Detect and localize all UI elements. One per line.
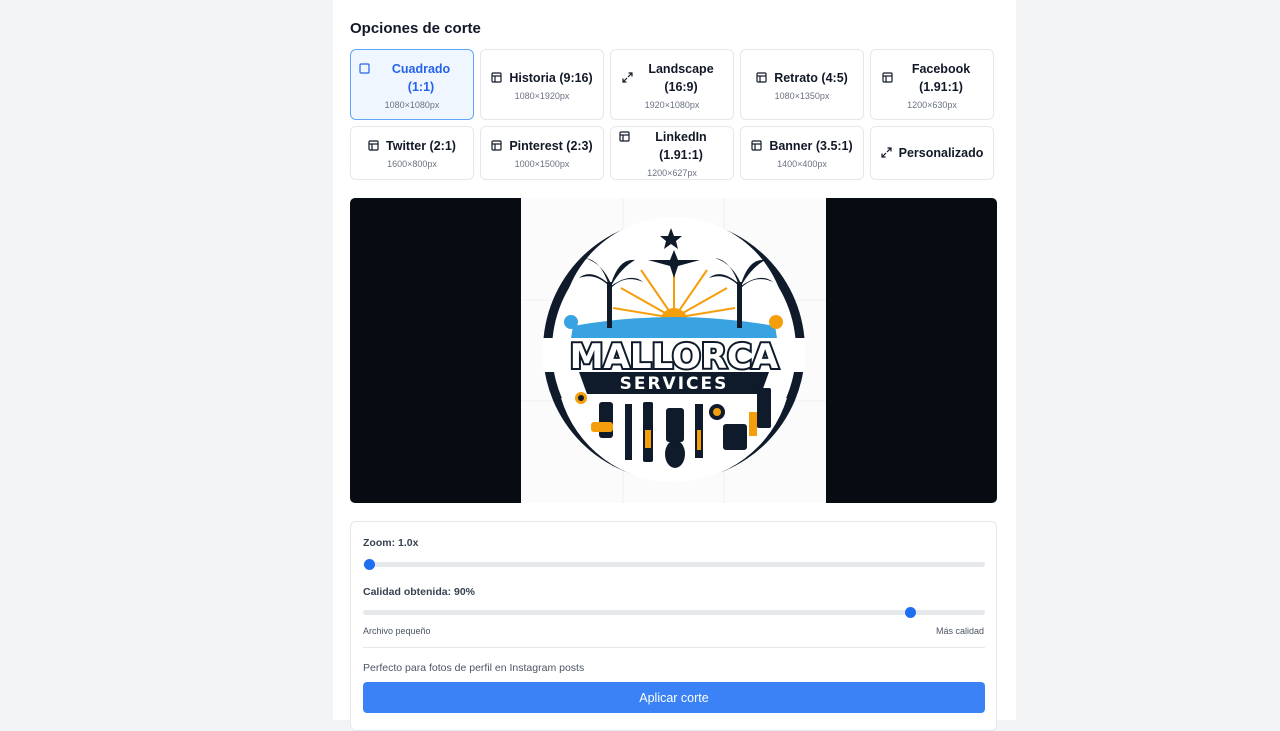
quality-label: Calidad obtenida: 90% bbox=[363, 586, 476, 598]
crop-option-dims: 1920×1080px bbox=[644, 99, 700, 110]
expand-icon bbox=[622, 72, 633, 83]
crop-option-label: Twitter (2:1) bbox=[386, 139, 456, 153]
quality-slider-thumb[interactable] bbox=[905, 607, 917, 618]
crop-option-dims: 1200×630px bbox=[907, 99, 957, 110]
expand-icon bbox=[881, 147, 892, 158]
square-icon bbox=[359, 62, 370, 74]
zoom-slider-thumb[interactable] bbox=[364, 559, 375, 570]
crop-option-label: Pinterest (2:3) bbox=[509, 139, 593, 153]
layout-icon bbox=[491, 71, 502, 83]
crop-option-label: Facebook (1.91:1) bbox=[911, 61, 971, 94]
apply-crop-button[interactable]: Aplicar corte bbox=[363, 682, 985, 713]
logo-title: MALLORCA bbox=[570, 337, 779, 377]
crop-option-dims: 1400×400px bbox=[777, 159, 827, 169]
crop-hint: Perfecto para fotos de perfil en Instagr… bbox=[363, 662, 585, 674]
crop-option-banner[interactable]: Banner (3.5:1) 1400×400px bbox=[740, 126, 864, 180]
crop-option-story[interactable]: Historia (9:16) 1080×1920px bbox=[480, 49, 604, 120]
layout-icon bbox=[756, 71, 767, 83]
crop-option-custom[interactable]: Personalizado bbox=[870, 126, 994, 180]
crop-option-dims: 1600×800px bbox=[387, 159, 437, 169]
crop-controls: Zoom: 1.0x Calidad obtenida: 90% Archivo… bbox=[350, 521, 997, 731]
crop-option-label: Retrato (4:5) bbox=[774, 70, 848, 85]
crop-option-landscape[interactable]: Landscape (16:9) 1920×1080px bbox=[610, 49, 734, 120]
section-title: Opciones de corte bbox=[350, 20, 481, 37]
zoom-slider[interactable] bbox=[363, 559, 985, 570]
layout-icon bbox=[751, 140, 762, 151]
crop-option-label: Personalizado bbox=[898, 146, 984, 160]
crop-option-pinterest[interactable]: Pinterest (2:3) 1000×1500px bbox=[480, 126, 604, 180]
crop-option-twitter[interactable]: Twitter (2:1) 1600×800px bbox=[350, 126, 474, 180]
crop-option-dims: 1080×1080px bbox=[384, 99, 440, 110]
crop-option-portrait[interactable]: Retrato (4:5) 1080×1350px bbox=[740, 49, 864, 120]
quality-slider[interactable] bbox=[363, 607, 985, 618]
crop-option-label: Cuadrado (1:1) bbox=[391, 61, 451, 94]
crop-option-label: Historia (9:16) bbox=[509, 70, 593, 85]
crop-option-square[interactable]: Cuadrado (1:1) 1080×1080px bbox=[350, 49, 474, 120]
crop-option-dims: 1000×1500px bbox=[514, 159, 570, 169]
layout-icon bbox=[882, 72, 893, 83]
crop-option-dims: 1080×1920px bbox=[514, 90, 570, 101]
divider bbox=[363, 647, 985, 648]
crop-option-facebook[interactable]: Facebook (1.91:1) 1200×630px bbox=[870, 49, 994, 120]
layout-icon bbox=[619, 131, 630, 142]
crop-preview[interactable]: MALLORCA SERVICES bbox=[350, 198, 997, 503]
quality-min-label: Archivo pequeño bbox=[363, 626, 431, 636]
crop-option-linkedin[interactable]: LinkedIn (1.91:1) 1200×627px bbox=[610, 126, 734, 180]
logo-image: MALLORCA SERVICES bbox=[521, 198, 826, 503]
zoom-label: Zoom: 1.0x bbox=[363, 537, 419, 549]
logo-subtitle: SERVICES bbox=[620, 374, 729, 394]
crop-panel: Opciones de corte Cuadrado (1:1) 1080×10… bbox=[333, 0, 1016, 731]
preview-image: MALLORCA SERVICES bbox=[521, 198, 826, 503]
layout-icon bbox=[491, 140, 502, 151]
layout-icon bbox=[368, 140, 379, 151]
crop-option-label: Banner (3.5:1) bbox=[769, 139, 853, 153]
crop-option-label: LinkedIn (1.91:1) bbox=[655, 130, 707, 162]
quality-max-label: Más calidad bbox=[935, 626, 984, 636]
crop-option-label: Landscape (16:9) bbox=[648, 61, 714, 94]
crop-options-grid: Cuadrado (1:1) 1080×1080px Historia (9:1… bbox=[350, 49, 997, 180]
crop-option-dims: 1200×627px bbox=[647, 168, 697, 178]
crop-option-dims: 1080×1350px bbox=[774, 90, 830, 101]
